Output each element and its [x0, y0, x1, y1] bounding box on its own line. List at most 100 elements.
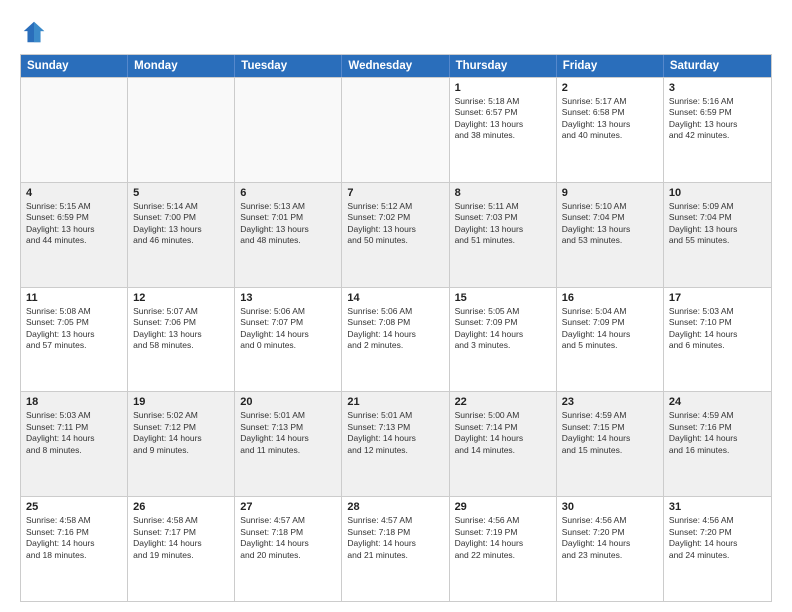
day-cell-5: 5Sunrise: 5:14 AM Sunset: 7:00 PM Daylig…	[128, 183, 235, 287]
day-cell-21: 21Sunrise: 5:01 AM Sunset: 7:13 PM Dayli…	[342, 392, 449, 496]
day-info: Sunrise: 5:01 AM Sunset: 7:13 PM Dayligh…	[240, 410, 336, 456]
day-number: 8	[455, 187, 551, 199]
calendar-row-1: 1 Sunrise: 5:18 AM Sunset: 6:57 PM Daylig…	[21, 77, 771, 182]
day-cell-16: 16 Sunrise: 5:04 AM Sunset: 7:09 PM Dayli…	[557, 288, 664, 392]
day-cell-23: 23Sunrise: 4:59 AM Sunset: 7:15 PM Dayli…	[557, 392, 664, 496]
day-info: Sunrise: 5:03 AM Sunset: 7:11 PM Dayligh…	[26, 410, 122, 456]
day-cell-1: 1 Sunrise: 5:18 AM Sunset: 6:57 PM Daylig…	[450, 78, 557, 182]
day-cell-3: 3 Sunrise: 5:16 AM Sunset: 6:59 PM Daylig…	[664, 78, 771, 182]
day-number: 17	[669, 292, 766, 304]
header	[20, 18, 772, 46]
day-cell-2: 2 Sunrise: 5:17 AM Sunset: 6:58 PM Daylig…	[557, 78, 664, 182]
day-number: 6	[240, 187, 336, 199]
day-cell-11: 11 Sunrise: 5:08 AM Sunset: 7:05 PM Dayli…	[21, 288, 128, 392]
day-number: 3	[669, 82, 766, 94]
day-cell-25: 25 Sunrise: 4:58 AM Sunset: 7:16 PM Dayli…	[21, 497, 128, 601]
day-header-wednesday: Wednesday	[342, 55, 449, 77]
day-number: 18	[26, 396, 122, 408]
day-number: 31	[669, 501, 766, 513]
day-number: 27	[240, 501, 336, 513]
day-info: Sunrise: 5:14 AM Sunset: 7:00 PM Dayligh…	[133, 201, 229, 247]
day-cell-26: 26 Sunrise: 4:58 AM Sunset: 7:17 PM Dayli…	[128, 497, 235, 601]
calendar-row-4: 18 Sunrise: 5:03 AM Sunset: 7:11 PM Dayli…	[21, 391, 771, 496]
day-cell-18: 18 Sunrise: 5:03 AM Sunset: 7:11 PM Dayli…	[21, 392, 128, 496]
day-info: Sunrise: 5:18 AM Sunset: 6:57 PM Dayligh…	[455, 96, 551, 142]
day-number: 24	[669, 396, 766, 408]
day-header-monday: Monday	[128, 55, 235, 77]
day-number: 10	[669, 187, 766, 199]
day-cell-12: 12 Sunrise: 5:07 AM Sunset: 7:06 PM Dayli…	[128, 288, 235, 392]
day-cell-7: 7 Sunrise: 5:12 AM Sunset: 7:02 PM Daylig…	[342, 183, 449, 287]
day-cell-20: 20 Sunrise: 5:01 AM Sunset: 7:13 PM Dayli…	[235, 392, 342, 496]
day-header-saturday: Saturday	[664, 55, 771, 77]
day-info: Sunrise: 4:58 AM Sunset: 7:17 PM Dayligh…	[133, 515, 229, 561]
day-number: 9	[562, 187, 658, 199]
calendar-body: 1 Sunrise: 5:18 AM Sunset: 6:57 PM Daylig…	[21, 77, 771, 601]
day-header-friday: Friday	[557, 55, 664, 77]
day-number: 19	[133, 396, 229, 408]
day-info: Sunrise: 4:57 AM Sunset: 7:18 PM Dayligh…	[347, 515, 443, 561]
empty-cell	[21, 78, 128, 182]
day-info: Sunrise: 5:11 AM Sunset: 7:03 PM Dayligh…	[455, 201, 551, 247]
empty-cell	[235, 78, 342, 182]
day-info: Sunrise: 5:06 AM Sunset: 7:07 PM Dayligh…	[240, 306, 336, 352]
day-number: 12	[133, 292, 229, 304]
day-info: Sunrise: 5:05 AM Sunset: 7:09 PM Dayligh…	[455, 306, 551, 352]
day-info: Sunrise: 5:08 AM Sunset: 7:05 PM Dayligh…	[26, 306, 122, 352]
page: SundayMondayTuesdayWednesdayThursdayFrid…	[0, 0, 792, 612]
day-cell-8: 8 Sunrise: 5:11 AM Sunset: 7:03 PM Daylig…	[450, 183, 557, 287]
day-info: Sunrise: 5:06 AM Sunset: 7:08 PM Dayligh…	[347, 306, 443, 352]
day-number: 25	[26, 501, 122, 513]
day-cell-29: 29Sunrise: 4:56 AM Sunset: 7:19 PM Dayli…	[450, 497, 557, 601]
day-info: Sunrise: 4:56 AM Sunset: 7:20 PM Dayligh…	[669, 515, 766, 561]
day-header-thursday: Thursday	[450, 55, 557, 77]
day-number: 7	[347, 187, 443, 199]
day-info: Sunrise: 5:00 AM Sunset: 7:14 PM Dayligh…	[455, 410, 551, 456]
day-cell-10: 10 Sunrise: 5:09 AM Sunset: 7:04 PM Dayli…	[664, 183, 771, 287]
day-number: 13	[240, 292, 336, 304]
day-number: 15	[455, 292, 551, 304]
day-cell-24: 24 Sunrise: 4:59 AM Sunset: 7:16 PM Dayli…	[664, 392, 771, 496]
empty-cell	[128, 78, 235, 182]
calendar-row-2: 4Sunrise: 5:15 AM Sunset: 6:59 PM Daylig…	[21, 182, 771, 287]
day-info: Sunrise: 5:12 AM Sunset: 7:02 PM Dayligh…	[347, 201, 443, 247]
day-number: 20	[240, 396, 336, 408]
day-cell-15: 15 Sunrise: 5:05 AM Sunset: 7:09 PM Dayli…	[450, 288, 557, 392]
day-cell-30: 30Sunrise: 4:56 AM Sunset: 7:20 PM Dayli…	[557, 497, 664, 601]
day-cell-27: 27Sunrise: 4:57 AM Sunset: 7:18 PM Dayli…	[235, 497, 342, 601]
day-info: Sunrise: 5:07 AM Sunset: 7:06 PM Dayligh…	[133, 306, 229, 352]
day-info: Sunrise: 4:56 AM Sunset: 7:20 PM Dayligh…	[562, 515, 658, 561]
day-number: 28	[347, 501, 443, 513]
day-number: 26	[133, 501, 229, 513]
day-info: Sunrise: 5:02 AM Sunset: 7:12 PM Dayligh…	[133, 410, 229, 456]
day-info: Sunrise: 5:03 AM Sunset: 7:10 PM Dayligh…	[669, 306, 766, 352]
day-info: Sunrise: 5:17 AM Sunset: 6:58 PM Dayligh…	[562, 96, 658, 142]
day-header-tuesday: Tuesday	[235, 55, 342, 77]
day-cell-9: 9Sunrise: 5:10 AM Sunset: 7:04 PM Daylig…	[557, 183, 664, 287]
empty-cell	[342, 78, 449, 182]
day-info: Sunrise: 4:59 AM Sunset: 7:16 PM Dayligh…	[669, 410, 766, 456]
logo	[20, 18, 52, 46]
day-cell-6: 6 Sunrise: 5:13 AM Sunset: 7:01 PM Daylig…	[235, 183, 342, 287]
day-cell-13: 13 Sunrise: 5:06 AM Sunset: 7:07 PM Dayli…	[235, 288, 342, 392]
day-number: 1	[455, 82, 551, 94]
day-header-sunday: Sunday	[21, 55, 128, 77]
day-info: Sunrise: 4:58 AM Sunset: 7:16 PM Dayligh…	[26, 515, 122, 561]
day-cell-31: 31 Sunrise: 4:56 AM Sunset: 7:20 PM Dayli…	[664, 497, 771, 601]
day-cell-17: 17 Sunrise: 5:03 AM Sunset: 7:10 PM Dayli…	[664, 288, 771, 392]
calendar-header: SundayMondayTuesdayWednesdayThursdayFrid…	[21, 55, 771, 77]
day-cell-22: 22Sunrise: 5:00 AM Sunset: 7:14 PM Dayli…	[450, 392, 557, 496]
day-number: 16	[562, 292, 658, 304]
calendar-row-3: 11 Sunrise: 5:08 AM Sunset: 7:05 PM Dayli…	[21, 287, 771, 392]
day-info: Sunrise: 4:56 AM Sunset: 7:19 PM Dayligh…	[455, 515, 551, 561]
calendar-row-5: 25 Sunrise: 4:58 AM Sunset: 7:16 PM Dayli…	[21, 496, 771, 601]
day-info: Sunrise: 5:09 AM Sunset: 7:04 PM Dayligh…	[669, 201, 766, 247]
day-info: Sunrise: 5:04 AM Sunset: 7:09 PM Dayligh…	[562, 306, 658, 352]
day-info: Sunrise: 5:01 AM Sunset: 7:13 PM Dayligh…	[347, 410, 443, 456]
day-number: 2	[562, 82, 658, 94]
day-info: Sunrise: 4:59 AM Sunset: 7:15 PM Dayligh…	[562, 410, 658, 456]
day-cell-14: 14Sunrise: 5:06 AM Sunset: 7:08 PM Dayli…	[342, 288, 449, 392]
day-number: 11	[26, 292, 122, 304]
day-info: Sunrise: 5:13 AM Sunset: 7:01 PM Dayligh…	[240, 201, 336, 247]
day-info: Sunrise: 5:16 AM Sunset: 6:59 PM Dayligh…	[669, 96, 766, 142]
